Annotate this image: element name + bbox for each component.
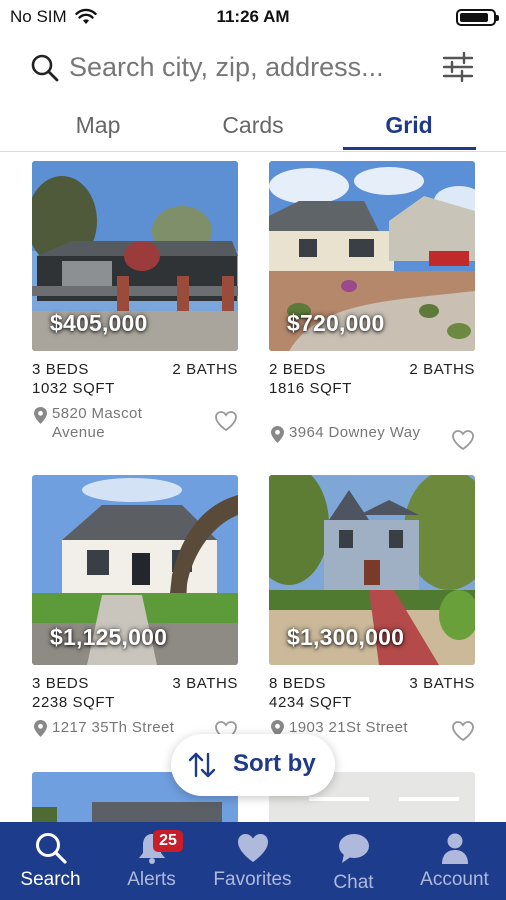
listing-specs: 3 BEDS 1032 SQFT 2 BATHS — [32, 359, 238, 401]
filter-sliders-icon[interactable] — [440, 49, 476, 85]
nav-label: Search — [20, 869, 81, 890]
listing-price: $720,000 — [287, 310, 385, 336]
sqft-value: 2238 SQFT — [32, 694, 115, 711]
nav-label: Chat — [333, 872, 374, 893]
listing-specs: 2 BEDS 1816 SQFT 2 BATHS — [269, 359, 475, 401]
listing-address: 5820 Mascot Avenue — [52, 405, 143, 441]
search-bar[interactable]: Search city, zip, address... — [0, 40, 506, 96]
chat-icon — [339, 834, 369, 863]
bottom-nav: Search 25 Alerts Favorites Chat Account — [0, 822, 506, 900]
listing-address: 1903 21St Street — [289, 719, 408, 736]
alerts-count-badge: 25 — [153, 830, 183, 852]
listing-specs: 8 BEDS 4234 SQFT 3 BATHS — [269, 673, 475, 715]
sqft-value: 1032 SQFT — [32, 380, 115, 397]
baths-count: 2 BATHS — [409, 361, 475, 378]
baths-count: 3 BATHS — [172, 675, 238, 692]
status-bar: No SIM 11:26 AM — [0, 0, 506, 34]
listing-photo[interactable]: $1,300,000 — [269, 475, 475, 665]
beds-count: 3 BEDS — [32, 361, 89, 378]
listing-card[interactable]: $720,000 2 BEDS 1816 SQFT 2 BATHS 3964 D… — [269, 161, 475, 451]
listing-card[interactable]: $1,300,000 8 BEDS 4234 SQFT 3 BATHS 1903… — [269, 475, 475, 762]
nav-label: Alerts — [127, 869, 176, 890]
nav-label: Account — [420, 869, 489, 890]
search-icon — [31, 54, 59, 82]
active-tab-indicator — [343, 147, 476, 150]
listing-price: $1,300,000 — [287, 624, 405, 650]
nav-alerts[interactable]: 25 Alerts — [101, 822, 202, 900]
nav-chat[interactable]: Chat — [303, 822, 404, 900]
view-tabs: Map Cards Grid — [0, 104, 506, 152]
listing-card[interactable]: $405,000 3 BEDS 1032 SQFT 2 BATHS 5820 M… — [32, 161, 238, 448]
search-input[interactable]: Search city, zip, address... — [69, 52, 384, 83]
beds-count: 2 BEDS — [269, 361, 326, 378]
search-icon — [36, 833, 67, 864]
battery-icon — [456, 9, 499, 26]
tab-cards[interactable]: Cards — [183, 112, 323, 139]
listing-specs: 3 BEDS 2238 SQFT 3 BATHS — [32, 673, 238, 715]
favorite-heart-icon[interactable] — [214, 410, 238, 432]
heart-icon — [238, 834, 268, 862]
listing-photo[interactable]: $1,125,000 — [32, 475, 238, 665]
location-pin-icon — [34, 720, 47, 737]
sqft-value: 4234 SQFT — [269, 694, 352, 711]
sort-arrows-icon — [188, 752, 216, 778]
person-icon — [442, 833, 468, 864]
tab-grid[interactable]: Grid — [339, 112, 479, 139]
listing-price: $405,000 — [50, 310, 148, 336]
sort-label: Sort by — [233, 750, 316, 777]
favorite-heart-icon[interactable] — [451, 720, 475, 742]
nav-account[interactable]: Account — [404, 822, 505, 900]
listing-grid-screen: No SIM 11:26 AM Search city, zip, addres… — [0, 0, 506, 900]
baths-count: 3 BATHS — [409, 675, 475, 692]
beds-count: 3 BEDS — [32, 675, 89, 692]
nav-favorites[interactable]: Favorites — [202, 822, 303, 900]
location-pin-icon — [34, 407, 47, 424]
sort-button[interactable]: Sort by — [171, 734, 335, 796]
listing-address-row: 5820 Mascot Avenue — [32, 404, 238, 448]
favorite-heart-icon[interactable] — [451, 429, 475, 451]
tab-map[interactable]: Map — [28, 112, 168, 139]
baths-count: 2 BATHS — [172, 361, 238, 378]
listing-photo[interactable]: $405,000 — [32, 161, 238, 351]
listing-address-row: 3964 Downey Way — [269, 404, 475, 451]
nav-search[interactable]: Search — [0, 822, 101, 900]
beds-count: 8 BEDS — [269, 675, 326, 692]
nav-label: Favorites — [213, 869, 292, 890]
location-pin-icon — [271, 426, 284, 443]
clock: 11:26 AM — [216, 7, 290, 26]
listing-address: 3964 Downey Way — [289, 424, 421, 441]
listing-photo[interactable]: $720,000 — [269, 161, 475, 351]
sqft-value: 1816 SQFT — [269, 380, 352, 397]
listing-price: $1,125,000 — [50, 624, 168, 650]
listing-card[interactable]: $1,125,000 3 BEDS 2238 SQFT 3 BATHS 1217… — [32, 475, 238, 762]
